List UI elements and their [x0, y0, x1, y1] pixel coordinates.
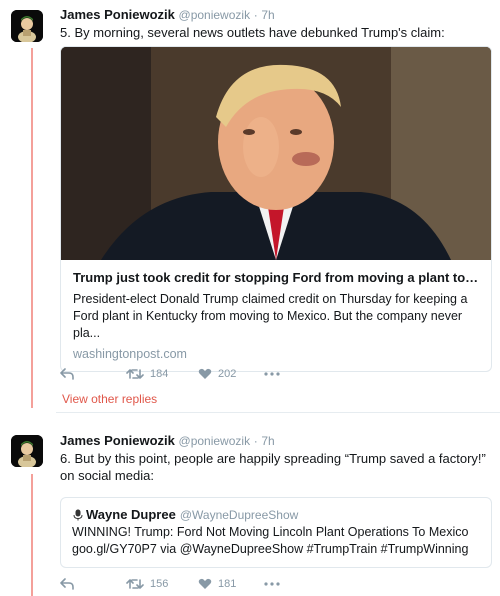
tweet-text: 5. By morning, several news outlets have…	[60, 25, 445, 40]
tweet-time[interactable]: 7h	[261, 8, 274, 22]
retweet-icon	[126, 369, 144, 379]
avatar-image	[11, 435, 43, 467]
tweet-actions: 184 202	[60, 368, 280, 380]
like-button[interactable]: 202	[198, 368, 264, 380]
quote-author-name[interactable]: Wayne Dupree	[86, 507, 176, 523]
author-name[interactable]: James Poniewozik	[60, 433, 175, 448]
author-name[interactable]: James Poniewozik	[60, 7, 175, 22]
quote-text: WINNING! Trump: Ford Not Moving Lincoln …	[72, 525, 469, 556]
retweet-icon	[126, 579, 144, 589]
like-count: 181	[218, 578, 237, 590]
reply-button[interactable]	[60, 368, 126, 380]
link-card[interactable]: Trump just took credit for stopping Ford…	[60, 46, 492, 372]
card-domain[interactable]: washingtonpost.com	[73, 347, 479, 361]
view-other-replies-link[interactable]: View other replies	[62, 392, 157, 406]
thread-line	[31, 48, 33, 408]
retweet-count: 156	[150, 578, 169, 590]
avatar[interactable]	[11, 10, 43, 42]
quote-header: Wayne Dupree @WayneDupreeShow	[72, 507, 480, 523]
avatar[interactable]	[11, 435, 43, 467]
tweet-time[interactable]: 7h	[261, 434, 274, 448]
more-icon	[264, 372, 280, 376]
reply-button[interactable]	[60, 578, 126, 590]
tweet: James Poniewozik @poniewozik · 7h 6. But…	[60, 433, 492, 484]
tweet-header: James Poniewozik @poniewozik · 7h	[60, 433, 492, 449]
retweet-button[interactable]: 156	[126, 578, 198, 590]
author-handle[interactable]: @poniewozik	[179, 434, 251, 448]
divider	[56, 412, 500, 413]
thread-line	[31, 474, 33, 596]
avatar-image	[11, 10, 43, 42]
retweet-button[interactable]: 184	[126, 368, 198, 380]
microphone-icon	[73, 509, 83, 521]
tweet-header: James Poniewozik @poniewozik · 7h	[60, 7, 492, 23]
quote-author-handle[interactable]: @WayneDupreeShow	[180, 507, 298, 523]
like-button[interactable]: 181	[198, 578, 264, 590]
more-button[interactable]	[264, 582, 280, 586]
tweet-text: 6. But by this point, people are happily…	[60, 451, 486, 483]
like-count: 202	[218, 368, 237, 380]
heart-icon	[198, 578, 212, 589]
quoted-tweet[interactable]: Wayne Dupree @WayneDupreeShow WINNING! T…	[60, 497, 492, 568]
card-description: President-elect Donald Trump claimed cre…	[73, 292, 468, 340]
tweet-actions: 156 181	[60, 578, 280, 590]
author-handle[interactable]: @poniewozik	[179, 8, 251, 22]
separator-dot: ·	[253, 434, 258, 448]
reply-icon	[60, 368, 74, 380]
more-button[interactable]	[264, 372, 280, 376]
card-body: Trump just took credit for stopping Ford…	[61, 260, 491, 371]
card-title[interactable]: Trump just took credit for stopping Ford…	[73, 269, 479, 286]
separator-dot: ·	[253, 8, 258, 22]
card-photo	[61, 47, 491, 260]
retweet-count: 184	[150, 368, 169, 380]
tweet: James Poniewozik @poniewozik · 7h 5. By …	[60, 7, 492, 41]
reply-icon	[60, 578, 74, 590]
heart-icon	[198, 368, 212, 379]
card-image[interactable]	[61, 47, 491, 260]
more-icon	[264, 582, 280, 586]
